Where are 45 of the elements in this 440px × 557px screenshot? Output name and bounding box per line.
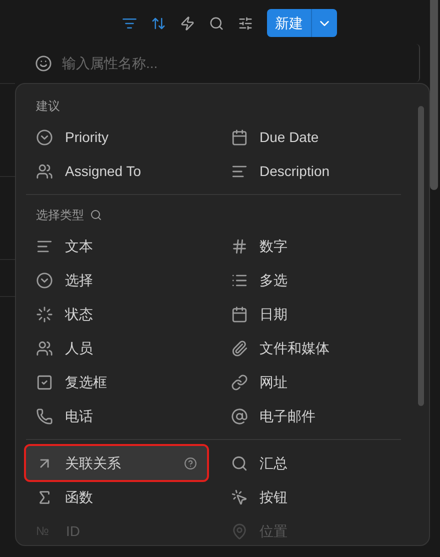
emoji-icon[interactable] [35, 54, 52, 72]
link-icon [230, 374, 248, 390]
pin-icon [230, 522, 248, 540]
pointer-icon [230, 488, 248, 506]
page-scrollbar[interactable] [430, 0, 438, 190]
property-type-item[interactable]: 汇总 [220, 446, 401, 480]
people-icon [36, 162, 53, 180]
property-type-item[interactable]: 按钮 [220, 480, 401, 514]
property-type-item[interactable]: 关联关系 [26, 446, 206, 480]
hash-icon [230, 238, 248, 254]
help-icon[interactable] [184, 456, 196, 470]
scrollbar[interactable] [418, 106, 424, 406]
paperclip-icon [230, 340, 248, 356]
calendar-icon [230, 128, 248, 146]
property-type-item[interactable]: 人员 [26, 331, 206, 365]
phone-icon [36, 408, 53, 424]
id-icon: № [36, 522, 54, 540]
property-type-item[interactable]: 文件和媒体 [220, 331, 401, 365]
spinner-icon [36, 306, 53, 322]
property-type-item[interactable]: 文本 [26, 229, 206, 263]
property-type-item[interactable]: Description [220, 154, 401, 188]
calendar-icon [230, 306, 248, 322]
circle-caret-icon [36, 272, 53, 288]
magnifier-icon [230, 454, 248, 472]
property-type-item[interactable]: 网址 [220, 365, 401, 399]
property-name-field[interactable]: 输入属性名称... [62, 52, 262, 74]
property-type-item[interactable]: 电子邮件 [220, 399, 401, 433]
search-icon[interactable] [90, 209, 102, 221]
property-type-item[interactable]: 日期 [220, 297, 401, 331]
property-type-item[interactable]: Priority [26, 120, 206, 154]
property-type-item[interactable]: 多选 [220, 263, 401, 297]
section-title: 选择类型 [36, 207, 84, 224]
circle-caret-icon [36, 128, 53, 146]
property-type-item[interactable]: Assigned To [26, 154, 206, 188]
property-type-item[interactable]: 状态 [26, 297, 206, 331]
at-sign-icon [230, 408, 248, 424]
property-type-item[interactable]: 复选框 [26, 365, 206, 399]
section-title: 建议 [36, 98, 60, 115]
property-type-item[interactable]: Due Date [220, 120, 401, 154]
property-type-item[interactable]: 电话 [26, 399, 206, 433]
property-type-item[interactable]: 函数 [26, 480, 206, 514]
property-type-item[interactable]: 数字 [220, 229, 401, 263]
property-type-item[interactable]: 选择 [26, 263, 206, 297]
checkbox-icon [36, 374, 53, 390]
people-icon [36, 340, 53, 356]
